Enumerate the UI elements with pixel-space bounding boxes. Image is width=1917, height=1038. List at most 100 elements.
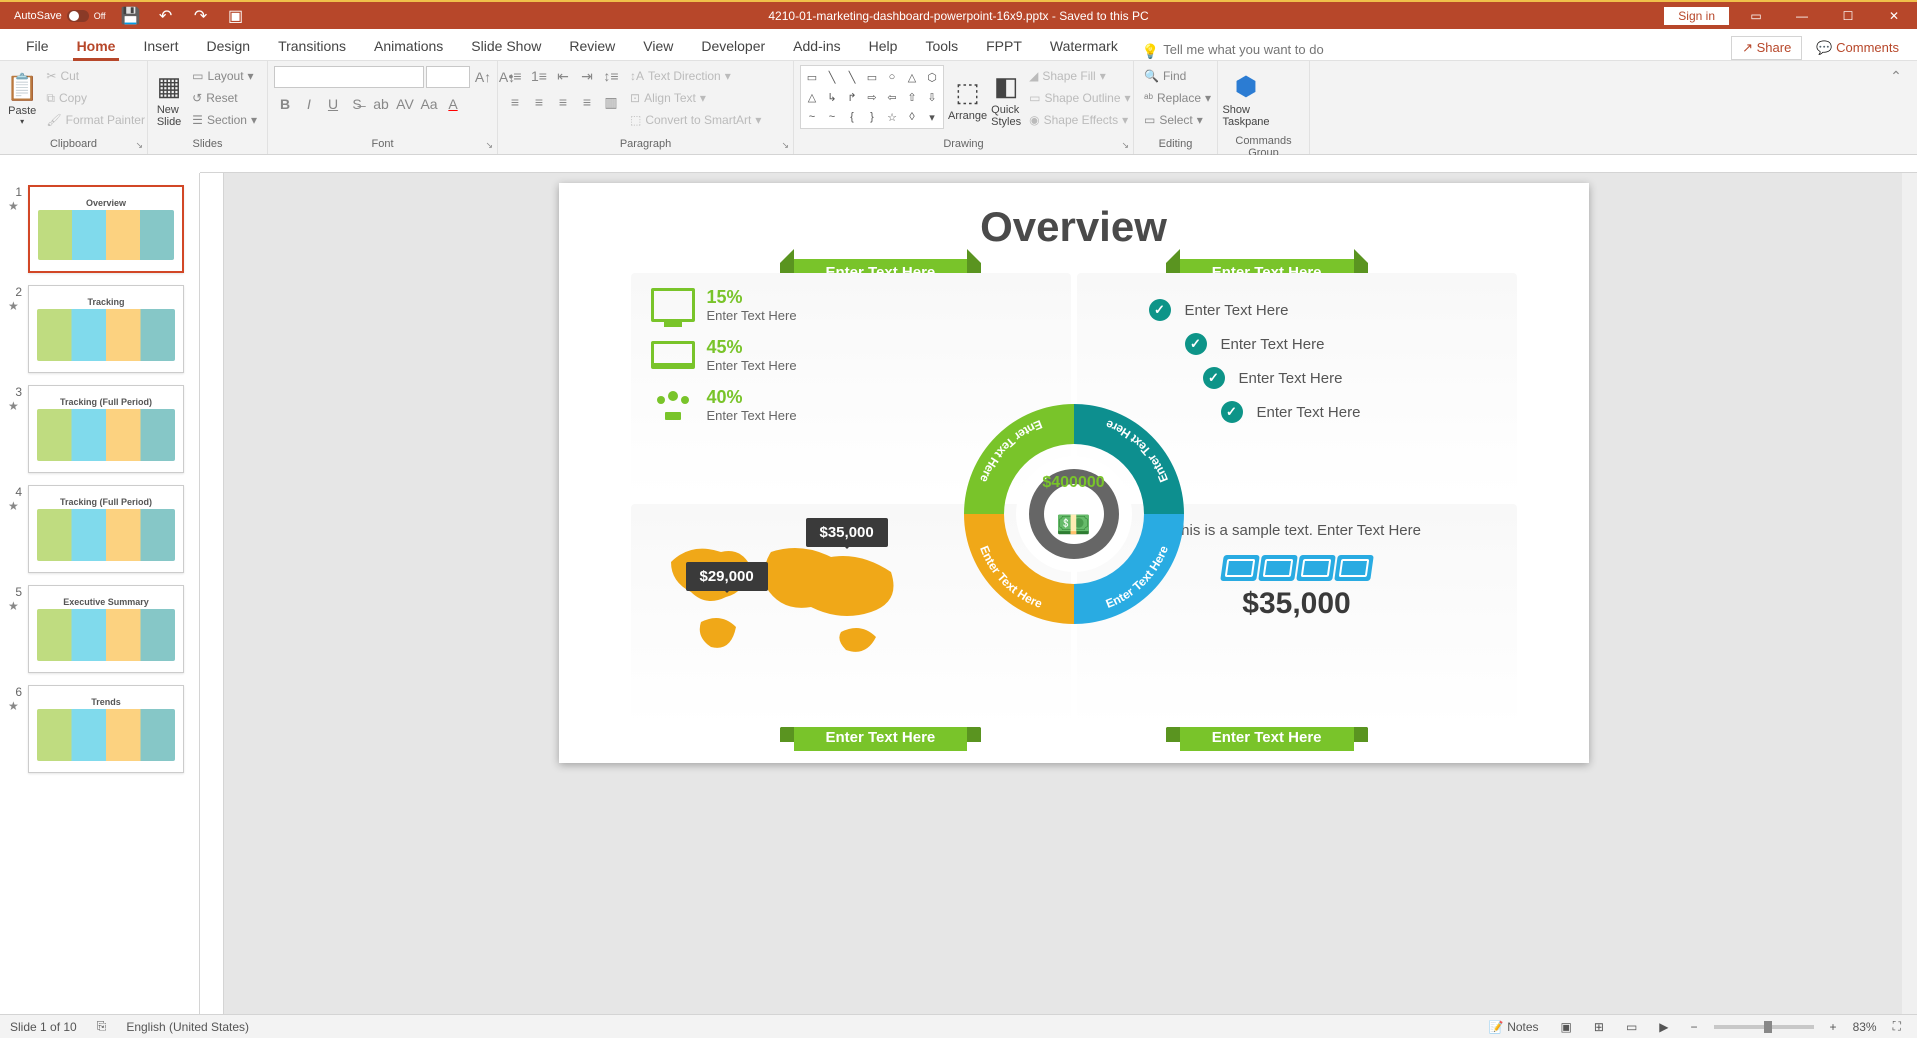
columns-icon[interactable]: ▥ bbox=[600, 91, 622, 113]
font-launcher-icon[interactable]: ↘ bbox=[485, 140, 493, 151]
language-indicator[interactable]: English (United States) bbox=[126, 1020, 249, 1034]
checklist-label[interactable]: Enter Text Here bbox=[1221, 336, 1325, 353]
layout-button[interactable]: ▭ Layout ▾ bbox=[188, 65, 261, 87]
slide-thumbnail-3[interactable]: Tracking (Full Period) bbox=[28, 385, 184, 473]
tab-animations[interactable]: Animations bbox=[360, 32, 457, 60]
undo-icon[interactable]: ↶ bbox=[150, 2, 182, 29]
slide-position[interactable]: Slide 1 of 10 bbox=[10, 1020, 77, 1034]
map-callout-2[interactable]: $35,000 bbox=[806, 518, 888, 547]
fit-to-window-icon[interactable]: ⛶ bbox=[1887, 1019, 1907, 1034]
font-color-icon[interactable]: A bbox=[442, 93, 464, 115]
map-callout-1[interactable]: $29,000 bbox=[686, 562, 768, 591]
ribbon-footer-2[interactable]: Enter Text Here bbox=[1180, 724, 1354, 751]
spell-check-icon[interactable]: ⎘ bbox=[97, 1019, 107, 1034]
bullets-icon[interactable]: •≡ bbox=[504, 65, 526, 87]
align-text-button[interactable]: ⊡ Align Text ▾ bbox=[626, 87, 765, 109]
tab-transitions[interactable]: Transitions bbox=[264, 32, 360, 60]
tab-tools[interactable]: Tools bbox=[911, 32, 972, 60]
tab-view[interactable]: View bbox=[629, 32, 687, 60]
sign-in-button[interactable]: Sign in bbox=[1664, 7, 1729, 25]
reset-button[interactable]: ↺ Reset bbox=[188, 87, 261, 109]
italic-icon[interactable]: I bbox=[298, 93, 320, 115]
bold-icon[interactable]: B bbox=[274, 93, 296, 115]
slide-thumbnail-6[interactable]: Trends bbox=[28, 685, 184, 773]
maximize-icon[interactable]: ☐ bbox=[1825, 2, 1871, 29]
tab-developer[interactable]: Developer bbox=[687, 32, 779, 60]
tab-watermark[interactable]: Watermark bbox=[1036, 32, 1132, 60]
checklist-label[interactable]: Enter Text Here bbox=[1239, 370, 1343, 387]
increase-indent-icon[interactable]: ⇥ bbox=[576, 65, 598, 87]
checklist-label[interactable]: Enter Text Here bbox=[1185, 302, 1289, 319]
comments-button[interactable]: 💬 Comments bbox=[1816, 40, 1899, 56]
zoom-slider[interactable] bbox=[1714, 1025, 1814, 1029]
collapse-ribbon-icon[interactable]: ⌃ bbox=[1885, 65, 1907, 87]
arrange-button[interactable]: ⬚Arrange bbox=[948, 65, 987, 133]
autosave-toggle[interactable]: AutoSave Off bbox=[8, 10, 112, 22]
reading-view-icon[interactable]: ▭ bbox=[1620, 1020, 1643, 1034]
find-button[interactable]: 🔍 Find bbox=[1140, 65, 1215, 87]
metric-subtext[interactable]: Enter Text Here bbox=[707, 308, 797, 323]
tab-addins[interactable]: Add-ins bbox=[779, 32, 854, 60]
slide-thumbnail-2[interactable]: Tracking bbox=[28, 285, 184, 373]
ribbon-footer-1[interactable]: Enter Text Here bbox=[794, 724, 968, 751]
vertical-scrollbar[interactable] bbox=[1902, 173, 1917, 1014]
clipboard-launcher-icon[interactable]: ↘ bbox=[135, 140, 143, 151]
change-case-icon[interactable]: Aa bbox=[418, 93, 440, 115]
numbering-icon[interactable]: 1≡ bbox=[528, 65, 550, 87]
slide-thumbnail-1[interactable]: Overview bbox=[28, 185, 184, 273]
shapes-gallery[interactable]: ▭╲╲▭○△⬡ △↳↱⇨⇦⇧⇩ ~~{}☆◊▾ bbox=[800, 65, 944, 129]
metric-percent[interactable]: 15% bbox=[707, 287, 797, 308]
shape-outline-button[interactable]: ▭ Shape Outline ▾ bbox=[1025, 87, 1134, 109]
tab-home[interactable]: Home bbox=[63, 32, 130, 60]
tab-slideshow[interactable]: Slide Show bbox=[457, 32, 555, 60]
normal-view-icon[interactable]: ▣ bbox=[1555, 1020, 1578, 1034]
donut-center-value[interactable]: $400000 bbox=[934, 474, 1214, 492]
slide-sorter-icon[interactable]: ⊞ bbox=[1588, 1020, 1610, 1034]
metric-percent[interactable]: 40% bbox=[707, 387, 797, 408]
metric-subtext[interactable]: Enter Text Here bbox=[707, 358, 797, 373]
zoom-level[interactable]: 83% bbox=[1853, 1020, 1877, 1034]
tab-design[interactable]: Design bbox=[192, 32, 264, 60]
slideshow-view-icon[interactable]: ▶ bbox=[1653, 1020, 1674, 1034]
font-family-input[interactable] bbox=[274, 66, 424, 88]
slide-title[interactable]: Overview bbox=[559, 203, 1589, 251]
checklist-label[interactable]: Enter Text Here bbox=[1257, 404, 1361, 421]
notes-button[interactable]: 📝 Notes bbox=[1483, 1020, 1545, 1034]
metric-subtext[interactable]: Enter Text Here bbox=[707, 408, 797, 423]
align-left-icon[interactable]: ≡ bbox=[504, 91, 526, 113]
drawing-launcher-icon[interactable]: ↘ bbox=[1121, 140, 1129, 151]
zoom-in-icon[interactable]: + bbox=[1824, 1020, 1843, 1034]
save-icon[interactable]: 💾 bbox=[115, 2, 147, 29]
slide-thumbnails-panel[interactable]: 1★Overview 2★Tracking 3★Tracking (Full P… bbox=[0, 173, 200, 1014]
slide-thumbnail-4[interactable]: Tracking (Full Period) bbox=[28, 485, 184, 573]
shape-effects-button[interactable]: ◉ Shape Effects ▾ bbox=[1025, 109, 1134, 131]
char-spacing-icon[interactable]: AV bbox=[394, 93, 416, 115]
shadow-icon[interactable]: ab bbox=[370, 93, 392, 115]
tab-fppt[interactable]: FPPT bbox=[972, 32, 1036, 60]
line-spacing-icon[interactable]: ↕≡ bbox=[600, 65, 622, 87]
slide-thumbnail-5[interactable]: Executive Summary bbox=[28, 585, 184, 673]
paragraph-launcher-icon[interactable]: ↘ bbox=[781, 140, 789, 151]
text-direction-button[interactable]: ↕A Text Direction ▾ bbox=[626, 65, 765, 87]
section-button[interactable]: ☰ Section ▾ bbox=[188, 109, 261, 131]
minimize-icon[interactable]: — bbox=[1779, 2, 1825, 29]
redo-icon[interactable]: ↷ bbox=[185, 2, 217, 29]
copy-button[interactable]: ⧉ Copy bbox=[42, 87, 149, 109]
align-center-icon[interactable]: ≡ bbox=[528, 91, 550, 113]
font-size-input[interactable] bbox=[426, 66, 470, 88]
align-right-icon[interactable]: ≡ bbox=[552, 91, 574, 113]
present-from-start-icon[interactable]: ▣ bbox=[220, 2, 252, 29]
close-icon[interactable]: ✕ bbox=[1871, 2, 1917, 29]
paste-button[interactable]: 📋Paste▾ bbox=[6, 65, 38, 133]
tell-me-input[interactable] bbox=[1159, 38, 1359, 60]
format-painter-button[interactable]: 🖌 Format Painter bbox=[42, 109, 149, 131]
donut-chart[interactable]: Enter Text Here Enter Text Here Enter Te… bbox=[934, 374, 1214, 654]
share-button[interactable]: ↗ Share bbox=[1731, 36, 1802, 60]
select-button[interactable]: ▭ Select ▾ bbox=[1140, 109, 1215, 131]
grow-font-icon[interactable]: A↑ bbox=[472, 66, 494, 88]
cut-button[interactable]: ✂ Cut bbox=[42, 65, 149, 87]
slide-canvas-area[interactable]: Overview Enter Text Here Enter Text Here… bbox=[200, 173, 1917, 1014]
shape-fill-button[interactable]: ◢ Shape Fill ▾ bbox=[1025, 65, 1134, 87]
convert-smartart-button[interactable]: ⬚ Convert to SmartArt ▾ bbox=[626, 109, 765, 131]
metric-percent[interactable]: 45% bbox=[707, 337, 797, 358]
